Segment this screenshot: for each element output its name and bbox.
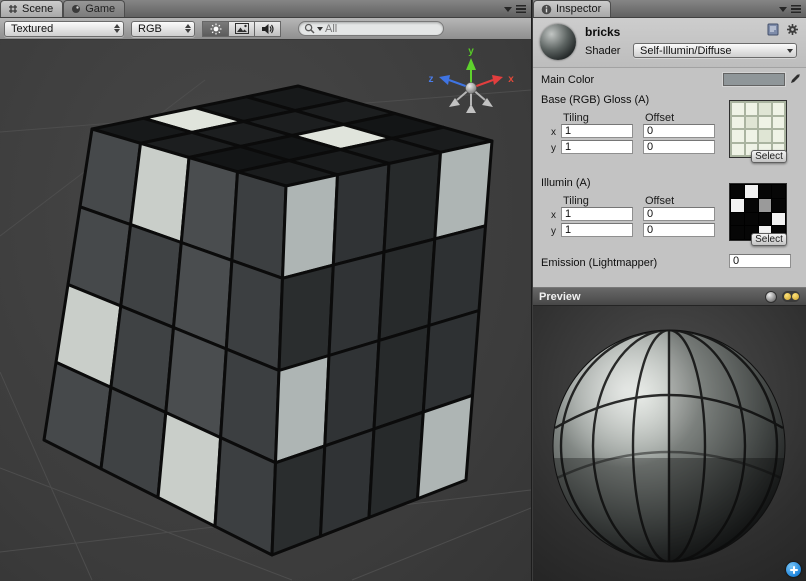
preview-add-button[interactable] bbox=[786, 562, 801, 577]
tab-inspector-label: Inspector bbox=[556, 3, 601, 15]
tab-scene-label: Scene bbox=[22, 3, 53, 15]
illumin-tiling-x-input[interactable] bbox=[561, 207, 633, 221]
image-icon bbox=[235, 23, 249, 34]
plus-icon bbox=[793, 566, 795, 574]
draw-mode-value: Textured bbox=[11, 23, 53, 35]
game-icon bbox=[71, 4, 81, 14]
main-color-swatch[interactable] bbox=[723, 73, 785, 86]
gizmo-x-label: x bbox=[508, 74, 514, 85]
shader-label: Shader bbox=[585, 45, 620, 57]
preview-title: Preview bbox=[539, 291, 581, 303]
inspector-tabstrip: Inspector bbox=[533, 0, 806, 18]
gizmo-x-cone bbox=[492, 75, 503, 85]
panel-menu-icon bbox=[791, 5, 801, 13]
base-texture-label: Base (RGB) Gloss (A) bbox=[541, 94, 649, 106]
base-y-label: y bbox=[551, 143, 556, 154]
speaker-icon bbox=[261, 23, 274, 35]
tab-scene[interactable]: Scene bbox=[0, 0, 63, 17]
updown-arrows-icon bbox=[114, 24, 120, 33]
illumin-offset-header: Offset bbox=[645, 195, 674, 207]
base-tiling-y-input[interactable] bbox=[561, 140, 633, 154]
illumin-texture-label: Illumin (A) bbox=[541, 177, 591, 189]
scene-lighting-button[interactable] bbox=[202, 21, 229, 37]
unity-editor-window: Scene Game Textured RGB bbox=[0, 0, 806, 581]
render-mode-dropdown[interactable]: RGB bbox=[131, 21, 195, 37]
scene-tabstrip: Scene Game bbox=[0, 0, 531, 18]
base-tiling-x-input[interactable] bbox=[561, 124, 633, 138]
scene-audio-button[interactable] bbox=[254, 21, 281, 37]
light-dot-icon bbox=[792, 293, 799, 300]
illumin-tiling-y-input[interactable] bbox=[561, 223, 633, 237]
tab-game[interactable]: Game bbox=[63, 0, 125, 17]
settings-gear-button[interactable] bbox=[785, 22, 799, 36]
illumin-y-label: y bbox=[551, 226, 556, 237]
scene-skybox-button[interactable] bbox=[228, 21, 255, 37]
base-x-label: x bbox=[551, 127, 556, 138]
main-color-label: Main Color bbox=[541, 74, 594, 86]
material-sphere-icon bbox=[540, 24, 576, 60]
gizmo-y-cone bbox=[466, 58, 476, 70]
tab-inspector[interactable]: Inspector bbox=[533, 0, 611, 17]
eyedropper-button[interactable] bbox=[788, 72, 802, 86]
preview-sphere-render bbox=[533, 306, 806, 581]
panel-dropdown-icon bbox=[504, 7, 512, 12]
search-input[interactable] bbox=[325, 23, 437, 35]
search-filter-arrow-icon bbox=[317, 27, 323, 31]
gear-icon bbox=[786, 23, 799, 36]
search-icon bbox=[304, 23, 315, 34]
sun-icon bbox=[210, 23, 222, 35]
tab-game-label: Game bbox=[85, 3, 115, 15]
illumin-offset-y-input[interactable] bbox=[643, 223, 715, 237]
scene-toolbar: Textured RGB bbox=[0, 18, 531, 40]
dropdown-arrow-icon bbox=[787, 49, 793, 53]
eyedropper-icon bbox=[789, 73, 801, 85]
preview-sphere-toggle[interactable] bbox=[765, 291, 777, 303]
preview-lighting-toggle[interactable] bbox=[782, 291, 800, 302]
illumin-x-label: x bbox=[551, 210, 556, 221]
base-tiling-header: Tiling bbox=[563, 112, 589, 124]
scene-viewport[interactable]: y x z bbox=[0, 40, 531, 581]
illumin-offset-x-input[interactable] bbox=[643, 207, 715, 221]
inspector-panel: Inspector bricks Shader Self-Illumin/Dif… bbox=[533, 0, 806, 581]
inspector-panel-menu[interactable] bbox=[779, 5, 806, 17]
emission-label: Emission (Lightmapper) bbox=[541, 257, 657, 269]
search-field[interactable] bbox=[298, 21, 444, 36]
illumin-select-button[interactable]: Select bbox=[751, 233, 787, 246]
gizmo-z-label: z bbox=[429, 74, 434, 85]
emission-input[interactable] bbox=[729, 254, 791, 268]
material-name: bricks bbox=[585, 25, 620, 39]
base-select-button[interactable]: Select bbox=[751, 150, 787, 163]
scene-panel-menu[interactable] bbox=[504, 5, 531, 17]
gizmo-y-label: y bbox=[468, 46, 474, 57]
light-dot-icon bbox=[784, 293, 791, 300]
scene-panel: Scene Game Textured RGB bbox=[0, 0, 532, 581]
shader-dropdown[interactable]: Self-Illumin/Diffuse bbox=[633, 43, 797, 58]
base-offset-header: Offset bbox=[645, 112, 674, 124]
panel-dropdown-icon bbox=[779, 7, 787, 12]
base-offset-y-input[interactable] bbox=[643, 140, 715, 154]
info-icon bbox=[541, 4, 552, 15]
render-mode-value: RGB bbox=[138, 23, 162, 35]
scene-grid-icon bbox=[8, 4, 18, 14]
panel-menu-icon bbox=[516, 5, 526, 13]
orientation-gizmo[interactable]: y x z bbox=[425, 44, 517, 126]
help-doc-button[interactable] bbox=[766, 22, 780, 36]
draw-mode-dropdown[interactable]: Textured bbox=[4, 21, 124, 37]
gizmo-z-cone bbox=[439, 75, 450, 85]
material-preview[interactable] bbox=[533, 306, 806, 581]
updown-arrows-icon bbox=[185, 24, 191, 33]
scene-view-toggles bbox=[202, 21, 281, 37]
shader-value: Self-Illumin/Diffuse bbox=[640, 45, 732, 57]
gizmo-center bbox=[466, 83, 477, 94]
illumin-tiling-header: Tiling bbox=[563, 195, 589, 207]
doc-icon bbox=[767, 23, 779, 36]
base-offset-x-input[interactable] bbox=[643, 124, 715, 138]
preview-header: Preview bbox=[533, 287, 806, 306]
